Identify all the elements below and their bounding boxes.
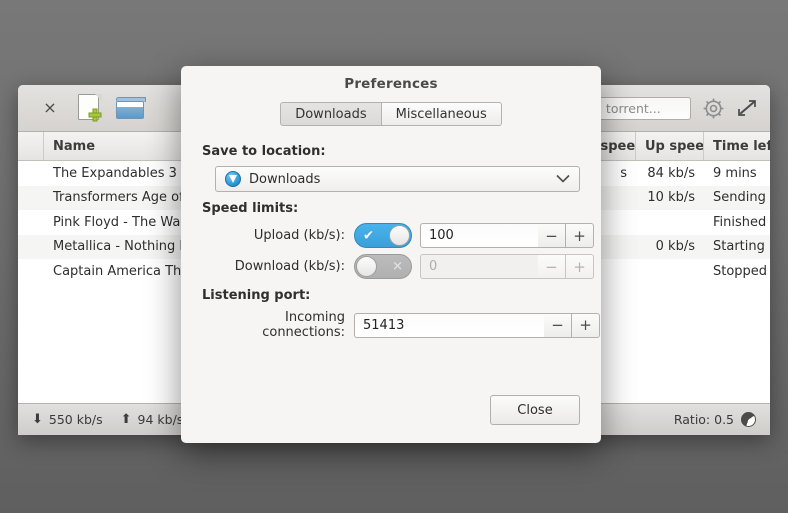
column-header-time-left[interactable]: Time left: [704, 132, 770, 160]
incoming-connections-spinner: 51413 − +: [354, 312, 600, 338]
incoming-connections-row: Incoming connections: 51413 − +: [202, 310, 600, 340]
download-speed-value: 550 kb/s: [48, 412, 103, 427]
ratio-status: Ratio: 0.5: [674, 412, 756, 427]
download-limit-decrement-button[interactable]: −: [538, 254, 566, 279]
upload-speed-status: ⬆ 94 kb/s: [121, 412, 184, 427]
tab-miscellaneous[interactable]: Miscellaneous: [381, 102, 502, 126]
row-up-speed: 84 kb/s: [647, 165, 695, 181]
download-arrow-icon: ⬇: [32, 412, 43, 427]
save-location-dropdown[interactable]: Downloads: [215, 166, 580, 192]
listening-port-section-label: Listening port:: [202, 288, 311, 303]
upload-limit-decrement-button[interactable]: −: [538, 223, 566, 248]
speed-limits-section-label: Speed limits:: [202, 201, 299, 216]
column-header-up-speed[interactable]: Up speed: [636, 132, 704, 160]
incoming-connections-increment-button[interactable]: +: [572, 312, 600, 338]
ratio-label: Ratio: 0.5: [673, 412, 734, 427]
row-time-left: Starting: [713, 239, 765, 255]
upload-limit-spinner: 100 − +: [420, 223, 594, 248]
upload-limit-increment-button[interactable]: +: [566, 223, 594, 248]
cross-icon: ✕: [392, 259, 403, 274]
download-limit-spinner: 0 − +: [420, 254, 594, 279]
new-file-icon: [78, 94, 102, 122]
dialog-header: Preferences Downloads Miscellaneous: [181, 66, 601, 126]
preferences-dialog: Preferences Downloads Miscellaneous Save…: [181, 66, 601, 443]
close-dialog-button[interactable]: Close: [490, 395, 580, 425]
folder-icon: [116, 97, 146, 119]
close-button[interactable]: ×: [30, 90, 70, 126]
toggle-knob: [389, 225, 410, 246]
save-location-section-label: Save to location:: [202, 144, 326, 159]
upload-limit-input[interactable]: 100: [420, 223, 538, 248]
row-time-left: Finished: [713, 214, 767, 230]
row-up-speed: 0 kb/s: [655, 239, 695, 255]
dialog-footer: Close: [181, 395, 601, 443]
row-time-left: 9 mins: [713, 165, 757, 181]
dialog-title: Preferences: [344, 76, 438, 92]
row-up-speed: 10 kb/s: [647, 190, 695, 206]
row-time-left: Sending: [713, 190, 766, 206]
download-limit-row: Download (kb/s): ✕ 0 − +: [202, 254, 594, 279]
chevron-down-icon: [556, 172, 570, 187]
download-limit-input[interactable]: 0: [420, 254, 538, 279]
check-icon: ✔: [363, 228, 374, 243]
dialog-tabs: Downloads Miscellaneous: [181, 102, 601, 126]
upload-speed-value: 94 kb/s: [137, 412, 184, 427]
close-icon: ×: [43, 98, 57, 117]
toggle-knob: [356, 256, 377, 277]
download-circle-icon: [225, 171, 241, 187]
download-speed-status: ⬇ 550 kb/s: [32, 412, 103, 427]
row-time-left: Stopped: [713, 263, 768, 279]
gear-icon[interactable]: [701, 96, 726, 121]
column-header-marker[interactable]: [18, 132, 44, 160]
upload-limit-label: Upload (kb/s):: [253, 228, 345, 243]
incoming-connections-label: Incoming connections:: [262, 310, 345, 340]
tab-downloads[interactable]: Downloads: [280, 102, 382, 126]
download-limit-label: Download (kb/s):: [234, 259, 345, 274]
upload-arrow-icon: ⬆: [120, 412, 132, 427]
dialog-body: Save to location: Downloads Speed limits…: [181, 126, 601, 395]
new-torrent-button[interactable]: [70, 90, 110, 126]
download-limit-toggle[interactable]: ✕: [354, 254, 412, 279]
open-folder-button[interactable]: [110, 90, 150, 126]
save-location-value: Downloads: [249, 171, 321, 187]
expand-icon[interactable]: [736, 97, 758, 119]
ratio-pie-icon: [741, 412, 756, 427]
download-limit-increment-button[interactable]: +: [566, 254, 594, 279]
upload-limit-toggle[interactable]: ✔: [354, 223, 412, 248]
incoming-connections-decrement-button[interactable]: −: [544, 312, 572, 338]
incoming-connections-input[interactable]: 51413: [354, 312, 544, 338]
upload-limit-row: Upload (kb/s): ✔ 100 − +: [202, 223, 594, 248]
